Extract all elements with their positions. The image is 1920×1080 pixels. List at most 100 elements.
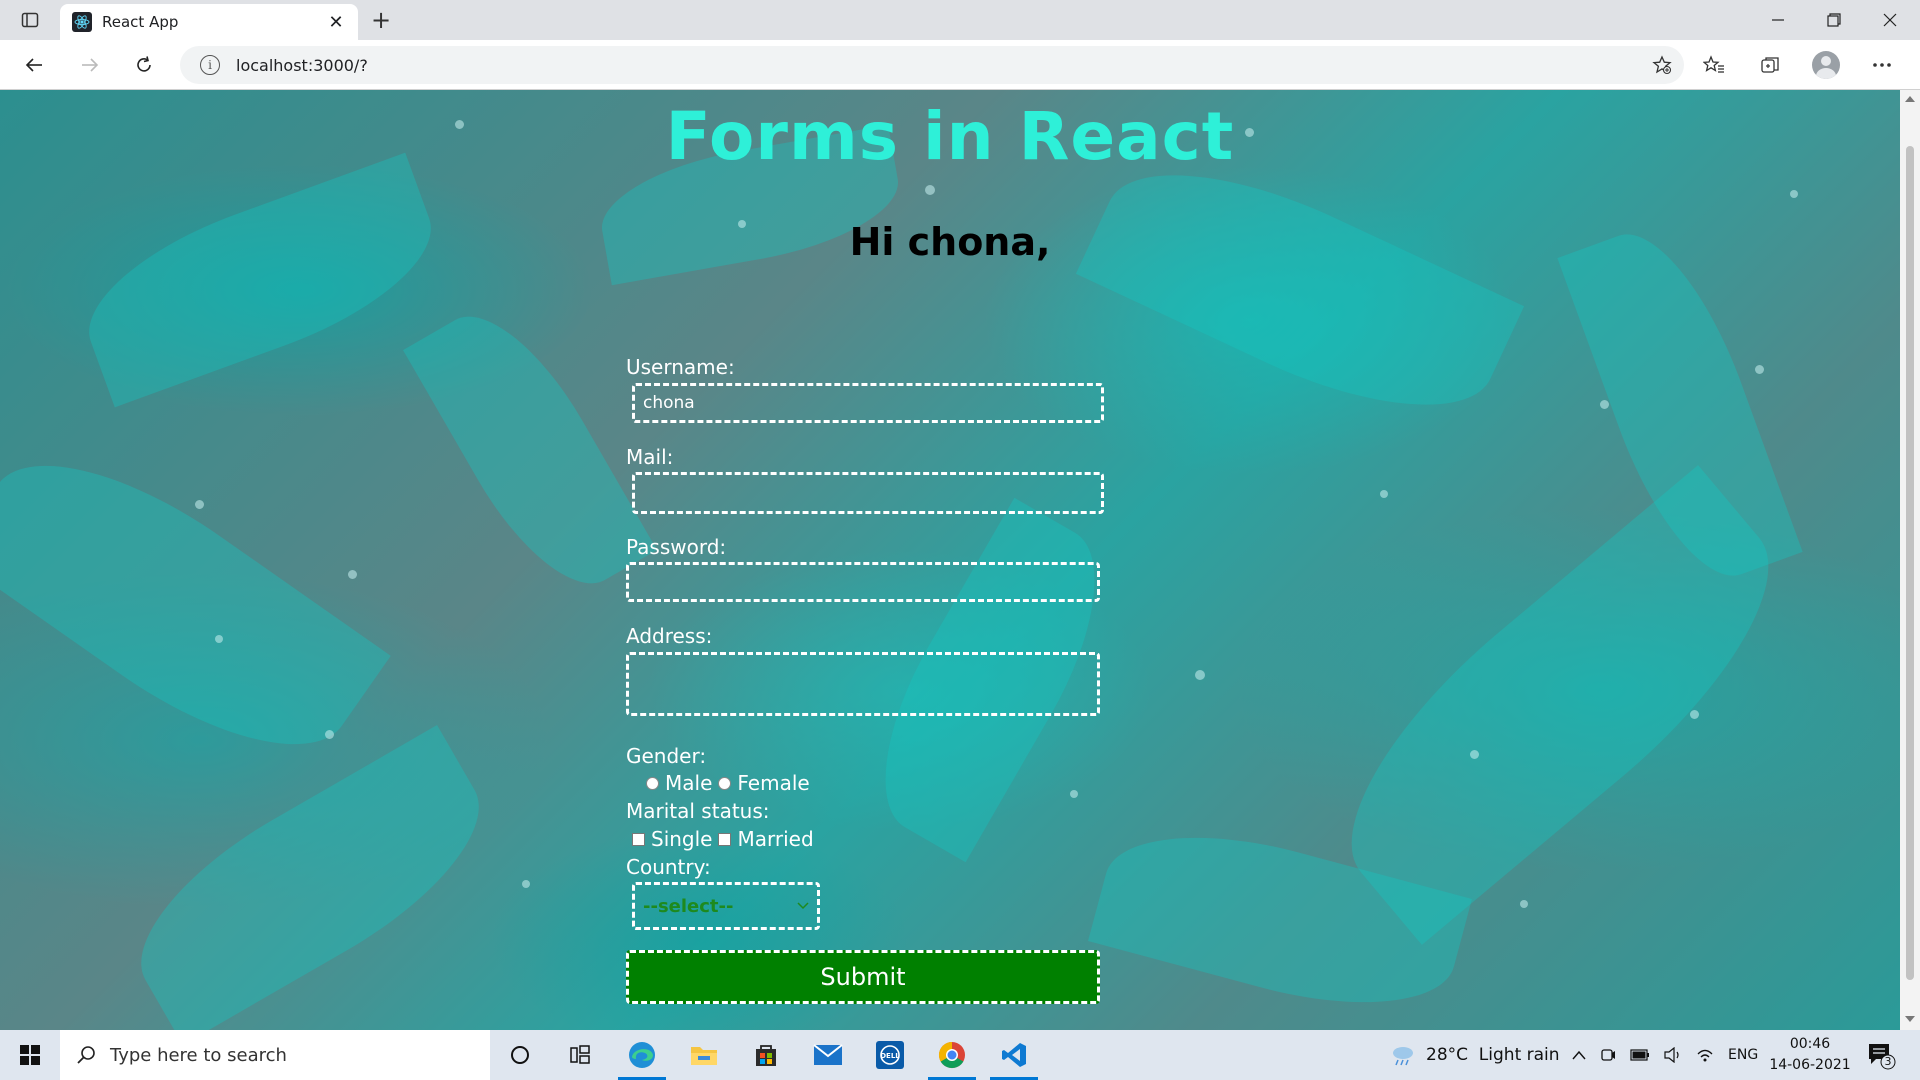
gender-male-label: Male [665, 771, 713, 795]
mail-input[interactable] [632, 472, 1104, 514]
page-scrollbar[interactable] [1900, 90, 1920, 1030]
marital-status-label: Marital status: [626, 799, 770, 823]
address-textarea[interactable] [626, 652, 1100, 716]
close-window-icon[interactable] [1862, 0, 1918, 40]
task-view-icon[interactable] [550, 1030, 610, 1080]
cloud-rain-icon [1393, 1047, 1413, 1066]
language-indicator[interactable]: ENG [1728, 1047, 1758, 1063]
country-selected-value: --select-- [643, 895, 734, 917]
collections-icon[interactable] [1754, 49, 1786, 81]
edge-icon[interactable] [612, 1030, 672, 1080]
marital-single-checkbox[interactable] [632, 832, 645, 846]
username-input[interactable]: chona [632, 383, 1104, 423]
notification-center-icon[interactable]: 3 [1866, 1040, 1896, 1070]
windows-taskbar: Type here to search DELL 28°C Light rain… [0, 1030, 1920, 1080]
background-leaf [1075, 128, 1525, 452]
water-droplet [1470, 750, 1479, 759]
marital-married-label: Married [737, 827, 814, 851]
water-droplet [325, 730, 334, 739]
gender-male-radio[interactable] [646, 776, 659, 790]
water-droplet [1070, 790, 1078, 798]
taskbar-search[interactable]: Type here to search [60, 1030, 490, 1080]
forward-icon[interactable] [74, 49, 106, 81]
greeting-heading: Hi chona, [849, 220, 1051, 264]
water-droplet [348, 570, 357, 579]
water-droplet [1380, 490, 1388, 498]
dell-icon[interactable]: DELL [860, 1030, 920, 1080]
water-droplet [1195, 670, 1205, 680]
marital-options: Single Married [632, 827, 814, 851]
gender-female-label: Female [737, 771, 810, 795]
chevron-down-icon [797, 902, 809, 910]
minimize-icon[interactable] [1750, 0, 1806, 40]
water-droplet [1755, 365, 1764, 374]
mail-icon[interactable] [798, 1030, 858, 1080]
windows-start-icon[interactable] [0, 1030, 60, 1080]
background-leaf [66, 152, 454, 408]
weather-widget[interactable]: 28°C Light rain [1390, 1030, 1560, 1080]
gender-label: Gender: [626, 744, 707, 768]
marital-single-label: Single [651, 827, 713, 851]
page-viewport: Forms in React Hi chona, Username: chona… [0, 90, 1900, 1030]
wifi-icon[interactable] [1696, 1047, 1714, 1063]
speaker-icon[interactable] [1664, 1047, 1682, 1063]
password-input[interactable] [626, 562, 1100, 602]
new-tab-icon[interactable]: + [366, 6, 396, 34]
mail-label: Mail: [626, 445, 674, 469]
background-leaf [107, 725, 513, 1030]
tab-actions-icon[interactable] [12, 6, 48, 34]
country-select[interactable]: --select-- [632, 882, 820, 930]
url-text: localhost:3000/? [236, 55, 368, 75]
favorites-icon[interactable] [1698, 49, 1730, 81]
marital-married-checkbox[interactable] [718, 832, 732, 846]
refresh-icon[interactable] [128, 49, 160, 81]
cortana-icon[interactable] [490, 1030, 550, 1080]
tab-title: React App [102, 13, 179, 31]
water-droplet [1790, 190, 1798, 198]
scrollbar-thumb[interactable] [1906, 146, 1914, 980]
weather-text: 28°C Light rain [1426, 1045, 1560, 1065]
restore-icon[interactable] [1806, 0, 1862, 40]
meet-now-icon[interactable] [1600, 1047, 1616, 1063]
clock[interactable]: 00:46 14-06-2021 [1760, 1034, 1860, 1076]
page-title: Forms in React [665, 98, 1235, 175]
store-icon[interactable] [736, 1030, 796, 1080]
vscode-icon[interactable] [984, 1030, 1044, 1080]
more-options-icon[interactable] [1866, 49, 1898, 81]
background-leaf [1557, 213, 1803, 597]
background-leaf [403, 290, 657, 610]
tab-close-icon[interactable]: ✕ [326, 12, 346, 33]
system-tray: ENG [1572, 1030, 1758, 1080]
battery-icon[interactable] [1630, 1049, 1650, 1061]
profile-avatar[interactable] [1810, 49, 1842, 81]
search-placeholder: Type here to search [110, 1044, 287, 1066]
gender-options: Male Female [646, 771, 810, 795]
back-icon[interactable] [18, 49, 50, 81]
browser-tab[interactable]: React App ✕ [60, 4, 358, 40]
notification-count: 3 [1884, 1055, 1892, 1068]
country-label: Country: [626, 855, 711, 879]
url-bar[interactable]: i localhost:3000/? [180, 46, 1684, 84]
submit-button[interactable]: Submit [626, 950, 1100, 1004]
file-explorer-icon[interactable] [674, 1030, 734, 1080]
water-droplet [522, 880, 530, 888]
site-info-icon[interactable]: i [200, 55, 220, 75]
clock-date: 14-06-2021 [1769, 1057, 1851, 1073]
search-icon [77, 1046, 95, 1064]
chevron-up-icon[interactable] [1572, 1050, 1586, 1060]
clock-time: 00:46 [1789, 1036, 1831, 1052]
browser-titlebar: React App ✕ + [0, 0, 1920, 40]
chrome-icon[interactable] [922, 1030, 982, 1080]
password-label: Password: [626, 535, 727, 559]
gender-female-radio[interactable] [718, 776, 732, 790]
water-droplet [1600, 400, 1609, 409]
scroll-up-icon[interactable] [1905, 96, 1915, 102]
username-label: Username: [626, 355, 735, 379]
water-droplet [1520, 900, 1528, 908]
react-favicon-icon [72, 12, 92, 32]
water-droplet [1690, 710, 1699, 719]
water-droplet [195, 500, 204, 509]
address-toolbar: i localhost:3000/? [0, 40, 1920, 90]
scroll-down-icon[interactable] [1905, 1016, 1915, 1022]
add-favorite-icon[interactable] [1646, 49, 1678, 81]
